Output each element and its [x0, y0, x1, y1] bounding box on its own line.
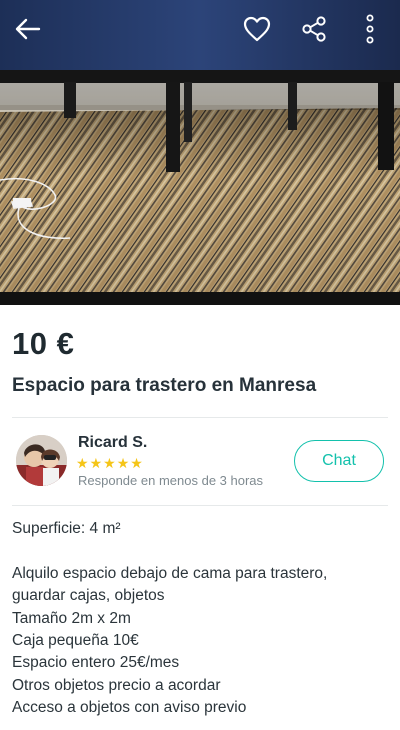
description-line: Alquilo espacio debajo de cama para tras…	[12, 564, 328, 582]
description-line: Espacio entero 25€/mes	[12, 654, 180, 672]
listing-photo[interactable]	[0, 0, 400, 305]
description-line: Caja pequeña 10€	[12, 632, 139, 650]
divider	[12, 505, 388, 506]
back-button[interactable]	[9, 10, 47, 48]
star-icon: ★	[116, 455, 130, 471]
seller-avatar-image	[16, 435, 67, 486]
star-icon: ★	[76, 455, 89, 471]
star-icon: ★	[89, 455, 103, 471]
share-button[interactable]	[295, 10, 333, 48]
star-icon: ★	[103, 455, 116, 471]
listing-description: Superficie: 4 m² Alquilo espacio debajo …	[12, 518, 392, 720]
photo-toolbar	[0, 0, 400, 58]
description-line: Acceso a objetos con aviso previo	[12, 699, 247, 717]
listing-title: Espacio para trastero en Manresa	[12, 375, 317, 396]
seller-name[interactable]: Ricard S.	[78, 434, 147, 452]
description-line: Tamaño 2m x 2m	[12, 609, 131, 627]
chat-button[interactable]: Chat	[294, 440, 384, 482]
description-line: guardar cajas, objetos	[12, 587, 165, 605]
star-icon: ★	[130, 455, 143, 471]
surface-line: Superficie: 4 m²	[12, 520, 121, 537]
heart-icon	[243, 16, 271, 42]
seller-card[interactable]: Ricard S. ★ ★ ★ ★ ★ Responde en menos de…	[12, 430, 388, 494]
share-icon	[302, 16, 326, 42]
avatar[interactable]	[16, 435, 67, 486]
arrow-left-icon	[15, 18, 41, 40]
divider	[12, 417, 388, 418]
seller-rating: ★ ★ ★ ★ ★	[76, 456, 143, 470]
description-line: Otros objetos precio a acordar	[12, 676, 221, 694]
listing-price: 10 €	[12, 326, 75, 361]
seller-response-time: Responde en menos de 3 horas	[78, 473, 264, 488]
more-options-button[interactable]	[351, 10, 389, 48]
favorite-button[interactable]	[238, 10, 276, 48]
more-vertical-icon	[366, 14, 374, 44]
